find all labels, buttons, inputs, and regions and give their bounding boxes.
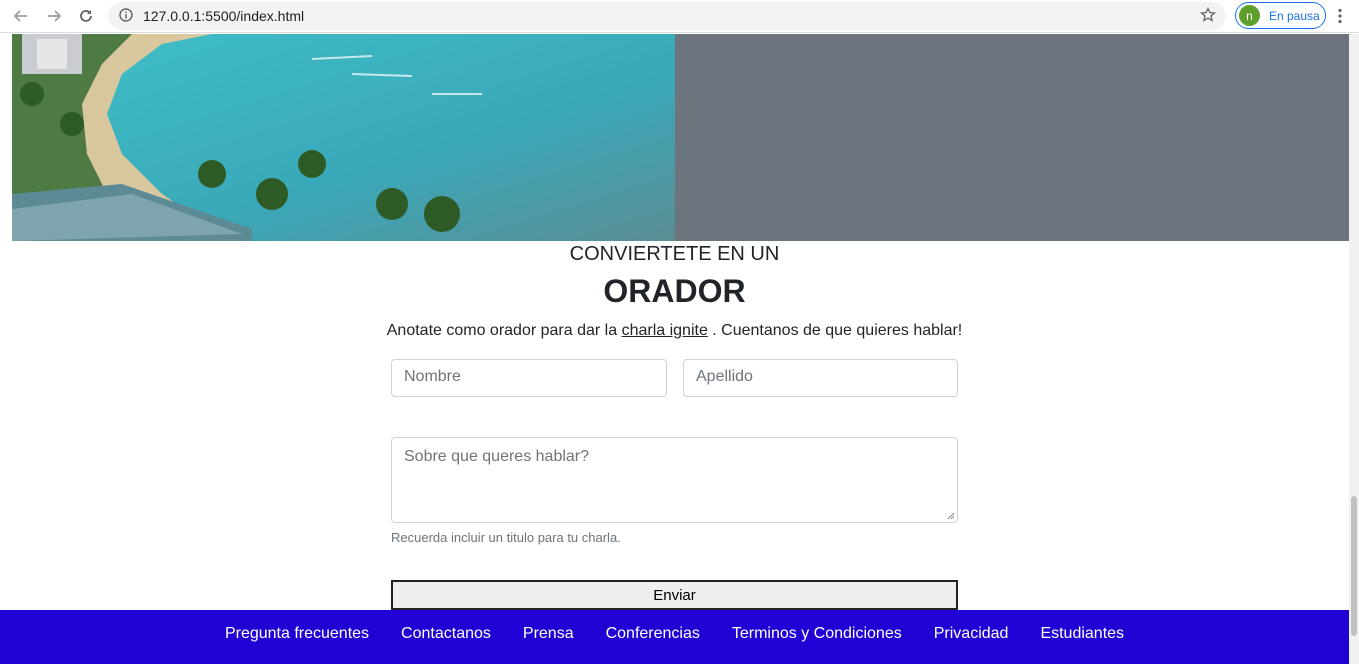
menu-kebab-icon[interactable] — [1337, 8, 1343, 29]
submit-button[interactable]: Enviar — [391, 580, 958, 610]
first-name-field[interactable]: Nombre — [391, 359, 667, 397]
back-arrow-icon[interactable] — [9, 5, 33, 27]
avatar: n — [1239, 5, 1260, 26]
charla-ignite-link[interactable]: charla ignite — [622, 322, 708, 339]
footer-link-students[interactable]: Estudiantes — [1040, 625, 1124, 643]
footer-link-faq[interactable]: Pregunta frecuentes — [225, 625, 369, 643]
browser-toolbar: 127.0.0.1:5500/index.html n En pausa — [0, 0, 1359, 33]
topic-placeholder: Sobre que queres hablar? — [404, 448, 590, 465]
footer-link-conferences[interactable]: Conferencias — [606, 625, 700, 643]
section-kicker: CONVIERTETE EN UN — [569, 243, 780, 265]
beach-image — [12, 34, 675, 241]
address-url: 127.0.0.1:5500/index.html — [143, 8, 305, 24]
reload-icon[interactable] — [74, 5, 98, 27]
forward-arrow-icon[interactable] — [42, 5, 66, 27]
footer-link-privacy[interactable]: Privacidad — [934, 625, 1009, 643]
lead-suffix: . Cuentanos de que quieres hablar! — [707, 322, 963, 339]
section-title: ORADOR — [603, 273, 746, 309]
help-text: Recuerda incluir un titulo para tu charl… — [391, 530, 621, 545]
profile-status: En pausa — [1269, 8, 1320, 23]
section-lead: Anotate como orador para dar la charla i… — [0, 322, 1349, 340]
profile-button[interactable]: n En pausa — [1235, 2, 1326, 29]
footer-link-contact[interactable]: Contactanos — [401, 625, 491, 643]
bookmark-star-icon[interactable] — [1200, 6, 1216, 28]
footer-nav: Pregunta frecuentes Contactanos Prensa C… — [0, 610, 1349, 664]
page-scrollbar[interactable] — [1349, 34, 1359, 664]
info-icon[interactable] — [119, 8, 133, 27]
scrollbar-thumb[interactable] — [1351, 496, 1357, 636]
last-name-field[interactable]: Apellido — [683, 359, 958, 397]
lead-prefix: Anotate como orador para dar la — [386, 322, 622, 339]
resize-handle-icon[interactable] — [947, 512, 955, 520]
address-bar[interactable]: 127.0.0.1:5500/index.html — [108, 2, 1226, 30]
footer-link-terms[interactable]: Terminos y Condiciones — [732, 625, 902, 643]
hero-banner — [12, 34, 1349, 241]
topic-textarea[interactable]: Sobre que queres hablar? — [391, 437, 958, 523]
footer-link-press[interactable]: Prensa — [523, 625, 574, 643]
